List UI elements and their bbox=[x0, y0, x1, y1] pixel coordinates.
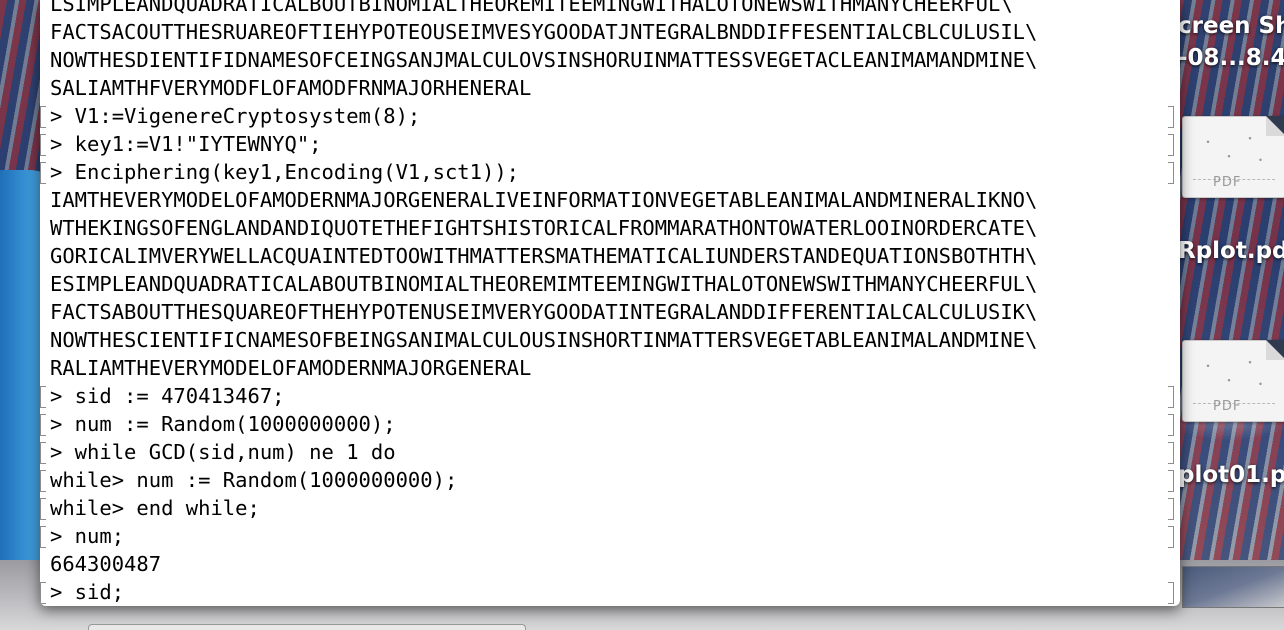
execution-group-bracket-left[interactable] bbox=[40, 498, 46, 520]
execution-group-bracket-right[interactable] bbox=[1168, 442, 1174, 464]
desktop-icon-label-rplot[interactable]: Rplot.pdf bbox=[1178, 238, 1284, 264]
console-output-line: IAMTHEVERYMODELOFAMODERNMAJORGENERALIVEI… bbox=[40, 186, 1180, 214]
execution-group-bracket-left[interactable] bbox=[40, 162, 46, 184]
output-text: FACTSABOUTTHESQUAREOFTHEHYPOTENUSEIMVERY… bbox=[50, 300, 1038, 324]
dock-edge bbox=[88, 624, 526, 630]
console-output-line: NOWTHESDIENTIFIDNAMESOFCEINGSANJMALCULOV… bbox=[40, 46, 1180, 74]
console-output-line: RALIAMTHEVERYMODELOFAMODERNMAJORGENERAL bbox=[40, 354, 1180, 382]
execution-group-bracket-right[interactable] bbox=[1168, 106, 1174, 128]
pdf-badge: PDF bbox=[1213, 175, 1242, 190]
execution-group-bracket-left[interactable] bbox=[40, 470, 46, 492]
execution-group-bracket-left[interactable] bbox=[40, 386, 46, 408]
output-text: ESIMPLEANDQUADRATICALABOUTBINOMIALTHEORE… bbox=[50, 272, 1038, 296]
console-input-line[interactable]: > V1:=VigenereCryptosystem(8); bbox=[40, 102, 1180, 130]
console-output[interactable]: LSIMPLEANDQUADRATICALBOUTBINOMIALTHEOREM… bbox=[40, 0, 1180, 606]
console-output-line: LSIMPLEANDQUADRATICALBOUTBINOMIALTHEOREM… bbox=[40, 0, 1180, 18]
output-text: IAMTHEVERYMODELOFAMODERNMAJORGENERALIVEI… bbox=[50, 188, 1038, 212]
command-text: > sid; bbox=[50, 580, 125, 604]
execution-group-bracket-right[interactable] bbox=[1168, 386, 1174, 408]
output-text: NOWTHESDIENTIFIDNAMESOFCEINGSANJMALCULOV… bbox=[50, 48, 1038, 72]
pdf-file-icon[interactable]: PDF bbox=[1182, 116, 1284, 198]
output-text: RALIAMTHEVERYMODELOFAMODERNMAJORGENERAL bbox=[50, 356, 532, 380]
output-text: SALIAMTHFVERYMODFLOFAMODFRNMAJORHENERAL bbox=[50, 76, 532, 100]
desktop-icon-label-screenshot[interactable]: creen Sho bbox=[1178, 13, 1284, 39]
image-file-thumbnail[interactable] bbox=[1182, 566, 1284, 608]
console-input-line[interactable]: > num; bbox=[40, 522, 1180, 550]
console-input-line[interactable]: > while GCD(sid,num) ne 1 do bbox=[40, 438, 1180, 466]
console-input-line[interactable]: > sid; bbox=[40, 578, 1180, 606]
console-output-line: FACTSABOUTTHESQUAREOFTHEHYPOTENUSEIMVERY… bbox=[40, 298, 1180, 326]
pdf-badge: PDF bbox=[1213, 399, 1242, 414]
command-text: > while GCD(sid,num) ne 1 do bbox=[50, 440, 396, 464]
plot-thumbnail bbox=[1201, 131, 1271, 167]
execution-group-bracket-right[interactable] bbox=[1168, 498, 1174, 520]
console-output-line: WTHEKINGSOFENGLANDANDIQUOTETHEFIGHTSHIST… bbox=[40, 214, 1180, 242]
execution-group-bracket-right[interactable] bbox=[1168, 526, 1174, 548]
execution-group-bracket-right[interactable] bbox=[1168, 134, 1174, 156]
console-output-line: SALIAMTHFVERYMODFLOFAMODFRNMAJORHENERAL bbox=[40, 74, 1180, 102]
command-text: > V1:=VigenereCryptosystem(8); bbox=[50, 104, 421, 128]
execution-group-bracket-right[interactable] bbox=[1168, 470, 1174, 492]
console-output-line: FACTSACOUTTHESRUAREOFTIEHYPOTEOUSEIMVESY… bbox=[40, 18, 1180, 46]
output-text: 664300487 bbox=[50, 552, 162, 576]
execution-group-bracket-right[interactable] bbox=[1168, 162, 1174, 184]
console-input-line[interactable]: > num := Random(1000000000); bbox=[40, 410, 1180, 438]
desktop-icon-label-rplot01[interactable]: plot01.pd bbox=[1178, 462, 1284, 488]
output-text: GORICALIMVERYWELLACQUAINTEDTOOWITHMATTER… bbox=[50, 244, 1038, 268]
desktop-icon-label-screenshot-date[interactable]: -08...8.4 bbox=[1178, 45, 1284, 71]
console-input-line[interactable]: while> num := Random(1000000000); bbox=[40, 466, 1180, 494]
terminal-window[interactable]: LSIMPLEANDQUADRATICALBOUTBINOMIALTHEOREM… bbox=[40, 0, 1180, 606]
execution-group-bracket-left[interactable] bbox=[40, 414, 46, 436]
command-text: > num; bbox=[50, 524, 125, 548]
console-output-line: ESIMPLEANDQUADRATICALABOUTBINOMIALTHEORE… bbox=[40, 270, 1180, 298]
output-text: WTHEKINGSOFENGLANDANDIQUOTETHEFIGHTSHIST… bbox=[50, 216, 1038, 240]
execution-group-bracket-left[interactable] bbox=[40, 442, 46, 464]
console-input-line[interactable]: > Enciphering(key1,Encoding(V1,sct1)); bbox=[40, 158, 1180, 186]
output-text: FACTSACOUTTHESRUAREOFTIEHYPOTEOUSEIMVESY… bbox=[50, 20, 1038, 44]
console-input-line[interactable]: > sid := 470413467; bbox=[40, 382, 1180, 410]
command-text: > num := Random(1000000000); bbox=[50, 412, 396, 436]
console-output-line: NOWTHESCIENTIFICNAMESOFBEINGSANIMALCULOU… bbox=[40, 326, 1180, 354]
command-text: while> num := Random(1000000000); bbox=[50, 468, 458, 492]
execution-group-bracket-left[interactable] bbox=[40, 106, 46, 128]
execution-group-bracket-right[interactable] bbox=[1168, 414, 1174, 436]
console-input-line[interactable]: > key1:=V1!"IYTEWNYQ"; bbox=[40, 130, 1180, 158]
command-text: > Enciphering(key1,Encoding(V1,sct1)); bbox=[50, 160, 519, 184]
execution-group-bracket-left[interactable] bbox=[40, 526, 46, 548]
output-text: LSIMPLEANDQUADRATICALBOUTBINOMIALTHEOREM… bbox=[50, 0, 1013, 16]
pdf-file-icon[interactable]: PDF bbox=[1182, 340, 1284, 422]
plot-thumbnail bbox=[1201, 355, 1271, 391]
console-output-line: GORICALIMVERYWELLACQUAINTEDTOOWITHMATTER… bbox=[40, 242, 1180, 270]
execution-group-bracket-right[interactable] bbox=[1168, 582, 1174, 604]
console-input-line[interactable]: while> end while; bbox=[40, 494, 1180, 522]
command-text: while> end while; bbox=[50, 496, 260, 520]
command-text: > sid := 470413467; bbox=[50, 384, 285, 408]
console-output-line: 664300487 bbox=[40, 550, 1180, 578]
execution-group-bracket-left[interactable] bbox=[40, 582, 46, 604]
output-text: NOWTHESCIENTIFICNAMESOFBEINGSANIMALCULOU… bbox=[50, 328, 1038, 352]
command-text: > key1:=V1!"IYTEWNYQ"; bbox=[50, 132, 322, 156]
execution-group-bracket-left[interactable] bbox=[40, 134, 46, 156]
